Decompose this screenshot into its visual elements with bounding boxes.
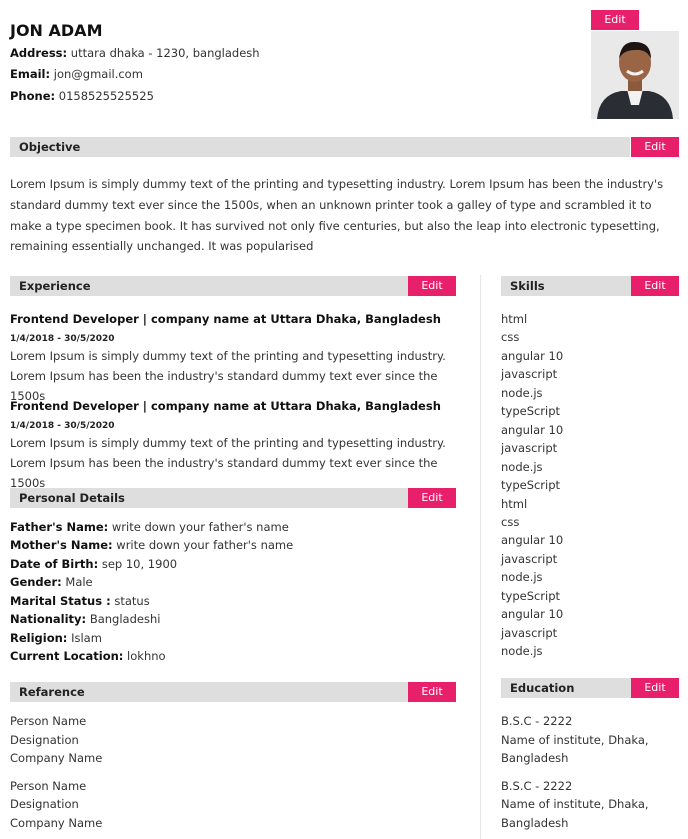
skill-item: angular 10 [501,422,564,437]
reference-company: Company Name [10,751,103,765]
address-value: uttara dhaka - 1230, bangladesh [70,46,260,60]
edit-reference-button[interactable]: Edit [408,682,456,702]
skill-item: javascript [501,367,558,382]
education-institute: Name of institute, Dhaka, [501,797,649,811]
address-label: Address: [10,46,68,60]
reference-name: Person Name [10,779,87,793]
skills-title: Skills [510,279,545,293]
education-institute-country: Bangladesh [501,751,569,765]
education-section-header: Education [501,678,631,698]
personal-field: Marital Status : status [10,594,150,608]
reference-name: Person Name [10,714,87,728]
column-divider [480,275,481,839]
edit-education-button[interactable]: Edit [631,678,679,698]
field-value: Bangladeshi [89,612,161,626]
experience-role: Frontend Developer | company name at Utt… [10,312,441,326]
skill-item: html [501,496,528,511]
education-degree: B.S.C - 2222 [501,779,573,793]
reference-designation: Designation [10,733,79,747]
skill-item: css [501,330,520,345]
email-value: jon@gmail.com [53,67,143,81]
experience-dates: 1/4/2018 - 30/5/2020 [10,421,115,431]
skill-item: typeScript [501,588,561,603]
personal-field: Current Location: lokhno [10,649,166,663]
field-value: status [114,594,150,608]
experience-section-header: Experience [10,276,408,296]
address-line: Address: uttara dhaka - 1230, bangladesh [10,46,260,60]
experience-role: Frontend Developer | company name at Utt… [10,399,441,413]
resume-page: JON ADAM Address: uttara dhaka - 1230, b… [0,0,688,839]
field-value: write down your father's name [116,538,294,552]
reference-company: Company Name [10,816,103,830]
personal-section-header: Personal Details [10,488,408,508]
skills-section-header: Skills [501,276,631,296]
objective-title: Objective [19,140,81,154]
skill-item: angular 10 [501,348,564,363]
phone-label: Phone: [10,89,56,103]
edit-personal-button[interactable]: Edit [408,488,456,508]
edit-experience-button[interactable]: Edit [408,276,456,296]
reference-title: Refarence [19,685,85,699]
experience-description: Lorem Ipsum is simply dummy text of the … [10,436,446,490]
objective-section-header: Objective [10,137,630,157]
skill-item: node.js [501,644,543,659]
field-label: Mother's Name: [10,538,113,552]
personal-field: Father's Name: write down your father's … [10,520,289,534]
skill-item: typeScript [501,404,561,419]
field-value: write down your father's name [111,520,289,534]
personal-field: Mother's Name: write down your father's … [10,538,293,552]
skill-item: angular 10 [501,607,564,622]
skill-item: node.js [501,459,543,474]
email-line: Email: jon@gmail.com [10,67,143,81]
skill-item: html [501,312,528,326]
skill-item: typeScript [501,478,561,493]
education-degree: B.S.C - 2222 [501,714,573,728]
field-label: Father's Name: [10,520,109,534]
education-institute: Name of institute, Dhaka, [501,733,649,747]
edit-skills-button[interactable]: Edit [631,276,679,296]
skill-item: css [501,514,520,529]
skill-item: node.js [501,570,543,585]
reference-section-header: Refarence [10,682,408,702]
field-label: Current Location: [10,649,124,663]
field-value: Male [65,575,93,589]
experience-description: Lorem Ipsum is simply dummy text of the … [10,349,446,403]
field-value: lokhno [127,649,166,663]
education-institute-country: Bangladesh [501,816,569,830]
edit-objective-button[interactable]: Edit [631,137,679,157]
experience-title: Experience [19,279,91,293]
skill-item: javascript [501,551,558,566]
personal-field: Date of Birth: sep 10, 1900 [10,557,177,571]
reference-designation: Designation [10,797,79,811]
field-value: sep 10, 1900 [101,557,178,571]
field-value: Islam [71,631,102,645]
skill-item: javascript [501,625,558,640]
avatar-photo-icon [591,31,679,119]
phone-value: 0158525525525 [58,89,154,103]
field-label: Nationality: [10,612,87,626]
skill-item: node.js [501,385,543,400]
skill-item: javascript [501,441,558,456]
edit-profile-button[interactable]: Edit [591,10,639,30]
field-label: Gender: [10,575,62,589]
personal-title: Personal Details [19,491,125,505]
phone-line: Phone: 0158525525525 [10,89,154,103]
email-label: Email: [10,67,51,81]
field-label: Date of Birth: [10,557,99,571]
field-label: Marital Status : [10,594,111,608]
education-title: Education [510,681,575,695]
objective-text: Lorem Ipsum is simply dummy text of the … [10,177,664,254]
avatar [591,31,679,119]
personal-field: Religion: Islam [10,631,102,645]
personal-field: Nationality: Bangladeshi [10,612,160,626]
candidate-name: JON ADAM [10,21,103,40]
experience-dates: 1/4/2018 - 30/5/2020 [10,334,115,344]
personal-field: Gender: Male [10,575,93,589]
field-label: Religion: [10,631,68,645]
skill-item: angular 10 [501,533,564,548]
